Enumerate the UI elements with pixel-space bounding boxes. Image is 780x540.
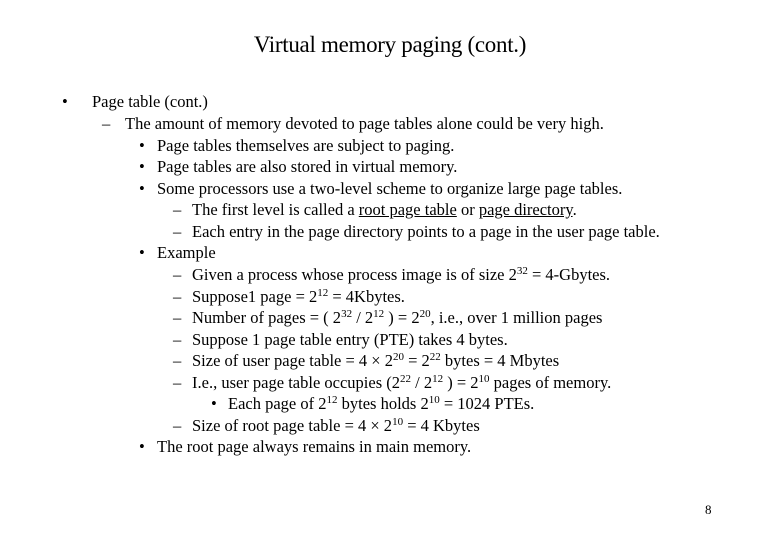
text-segment: / 2 bbox=[411, 373, 433, 392]
text-segment: ) = 2 bbox=[443, 373, 479, 392]
dash-marker: – bbox=[173, 287, 182, 306]
text-segment: Given a process whose process image is o… bbox=[192, 265, 517, 284]
text-segment: I.e., user page table occupies (2 bbox=[192, 373, 400, 392]
bullet-two-level: Some processors use a two-level scheme t… bbox=[157, 179, 623, 198]
exponent: 12 bbox=[432, 373, 444, 385]
bullet-subject-to-paging: Page tables themselves are subject to pa… bbox=[157, 136, 455, 155]
bullet-marker: • bbox=[139, 136, 145, 155]
bullet-process-size: Given a process whose process image is o… bbox=[192, 265, 610, 285]
term-page-directory: page directory bbox=[478, 200, 573, 219]
bullet-stored-virtual: Page tables are also stored in virtual m… bbox=[157, 157, 458, 176]
exponent: 22 bbox=[429, 351, 441, 363]
text-segment: ) = 2 bbox=[384, 308, 420, 327]
text-segment: Size of user page table = 4 × 2 bbox=[192, 351, 393, 370]
text-segment: = 4-Gbytes. bbox=[527, 265, 611, 284]
bullet-user-table-size: Size of user page table = 4 × 220 = 222 … bbox=[192, 351, 559, 371]
bullet-each-entry: Each entry in the page directory points … bbox=[192, 222, 660, 241]
text-segment: or bbox=[456, 200, 479, 219]
text-segment: The first level is called a bbox=[192, 200, 359, 219]
text-segment: bytes = 4 Mbytes bbox=[440, 351, 560, 370]
bullet-example: Example bbox=[157, 243, 216, 262]
bullet-first-level: The first level is called a root page ta… bbox=[192, 200, 577, 220]
text-segment: Number of pages = ( 2 bbox=[192, 308, 342, 327]
bullet-page-size: Suppose1 page = 212 = 4Kbytes. bbox=[192, 287, 405, 307]
term-root-page-table: root page table bbox=[358, 200, 457, 219]
dash-marker: – bbox=[173, 373, 182, 392]
text-segment: / 2 bbox=[352, 308, 374, 327]
text-segment: pages of memory. bbox=[489, 373, 612, 392]
dash-marker: – bbox=[173, 222, 182, 241]
dash-marker: – bbox=[173, 265, 182, 284]
text-segment: bytes holds 2 bbox=[337, 394, 429, 413]
text-segment: . bbox=[572, 200, 577, 219]
bullet-page-table: Page table (cont.) bbox=[92, 92, 208, 111]
text-segment: , i.e., over 1 million pages bbox=[430, 308, 603, 327]
page-number: 8 bbox=[705, 502, 712, 517]
dash-marker: – bbox=[102, 114, 111, 133]
dash-marker: – bbox=[173, 308, 182, 327]
exponent: 10 bbox=[392, 416, 404, 428]
bullet-root-in-memory: The root page always remains in main mem… bbox=[157, 437, 472, 456]
dash-marker: – bbox=[173, 200, 182, 219]
slide-title: Virtual memory paging (cont.) bbox=[253, 32, 527, 57]
text-segment: = 1024 PTEs. bbox=[439, 394, 535, 413]
dash-marker: – bbox=[173, 416, 182, 435]
exponent: 32 bbox=[516, 265, 528, 277]
text-segment: = 4Kbytes. bbox=[328, 287, 405, 306]
exponent: 32 bbox=[341, 308, 353, 320]
bullet-pte-size: Suppose 1 page table entry (PTE) takes 4… bbox=[192, 330, 508, 349]
exponent: 12 bbox=[326, 394, 338, 406]
exponent: 22 bbox=[400, 373, 411, 385]
text-segment: = 4 Kbytes bbox=[403, 416, 480, 435]
bullet-ptes-per-page: Each page of 212 bytes holds 210 = 1024 … bbox=[228, 394, 534, 414]
exponent: 20 bbox=[392, 351, 404, 363]
exponent: 10 bbox=[478, 373, 490, 385]
exponent: 10 bbox=[428, 394, 440, 406]
bullet-marker: • bbox=[62, 92, 68, 111]
bullet-root-table-size: Size of root page table = 4 × 210 = 4 Kb… bbox=[192, 416, 480, 436]
exponent: 12 bbox=[373, 308, 385, 320]
bullet-marker: • bbox=[211, 394, 217, 413]
bullet-number-of-pages: Number of pages = ( 232 / 212 ) = 220, i… bbox=[192, 308, 602, 328]
bullet-marker: • bbox=[139, 157, 145, 176]
text-segment: Size of root page table = 4 × 2 bbox=[192, 416, 393, 435]
text-segment: = 2 bbox=[403, 351, 430, 370]
bullet-memory-devoted: The amount of memory devoted to page tab… bbox=[125, 114, 604, 133]
dash-marker: – bbox=[173, 330, 182, 349]
text-segment: Each page of 2 bbox=[228, 394, 327, 413]
dash-marker: – bbox=[173, 351, 182, 370]
bullet-marker: • bbox=[139, 179, 145, 198]
exponent: 12 bbox=[317, 287, 329, 299]
exponent: 20 bbox=[419, 308, 431, 320]
text-segment: Suppose1 page = 2 bbox=[192, 287, 318, 306]
bullet-marker: • bbox=[139, 437, 145, 456]
bullet-marker: • bbox=[139, 243, 145, 262]
bullet-user-table-occupies: I.e., user page table occupies (222 / 21… bbox=[192, 373, 611, 393]
